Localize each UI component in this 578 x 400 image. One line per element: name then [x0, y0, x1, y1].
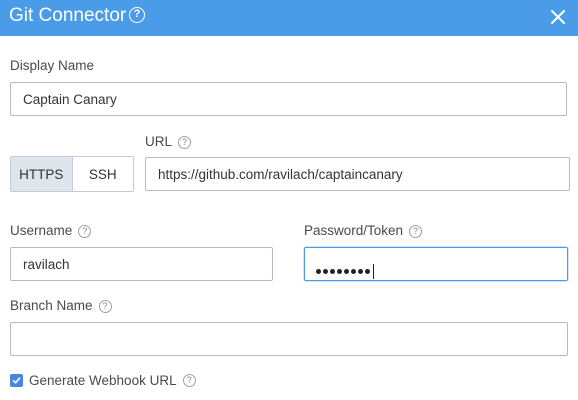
display-name-input[interactable]: [10, 82, 567, 116]
https-toggle-button[interactable]: HTTPS: [11, 157, 73, 191]
dialog-title: Git Connector: [9, 5, 127, 26]
username-input[interactable]: [10, 247, 273, 281]
branch-name-label: Branch Name ?: [10, 298, 112, 314]
password-dot: [330, 269, 335, 274]
protocol-toggle: HTTPS SSH: [10, 156, 134, 192]
password-dot: [358, 269, 363, 274]
checkmark-icon: [12, 377, 21, 384]
password-dot: [351, 269, 356, 274]
password-dot: [323, 269, 328, 274]
username-help-icon[interactable]: ?: [78, 224, 92, 238]
password-dot: [337, 269, 342, 274]
password-dot: [344, 269, 349, 274]
branch-name-help-icon[interactable]: ?: [98, 299, 112, 313]
username-label-text: Username: [10, 223, 73, 238]
generate-webhook-help-icon[interactable]: ?: [182, 374, 196, 387]
password-mask: [316, 264, 374, 279]
url-label-text: URL: [145, 134, 173, 149]
branch-name-input[interactable]: [10, 322, 568, 356]
password-help-icon[interactable]: ?: [409, 224, 423, 238]
url-help-icon[interactable]: ?: [178, 135, 192, 149]
dialog-header: Git Connector ?: [0, 0, 578, 36]
username-label: Username ?: [10, 223, 92, 239]
text-caret: [373, 264, 374, 279]
ssh-toggle-button[interactable]: SSH: [72, 157, 133, 191]
display-name-label: Display Name: [10, 58, 94, 74]
close-icon[interactable]: [549, 8, 567, 26]
branch-name-label-text: Branch Name: [10, 298, 93, 313]
password-label-text: Password/Token: [304, 223, 404, 238]
generate-webhook-checkbox[interactable]: [10, 374, 23, 387]
password-dot: [365, 269, 370, 274]
url-input[interactable]: [145, 157, 570, 191]
display-name-label-text: Display Name: [10, 58, 95, 73]
generate-webhook-row: Generate Webhook URL ?: [10, 373, 196, 388]
generate-webhook-label: Generate Webhook URL: [29, 373, 177, 388]
help-icon[interactable]: ?: [129, 7, 145, 23]
password-dot: [316, 269, 321, 274]
url-label: URL ?: [145, 134, 192, 150]
password-label: Password/Token ?: [304, 223, 423, 239]
